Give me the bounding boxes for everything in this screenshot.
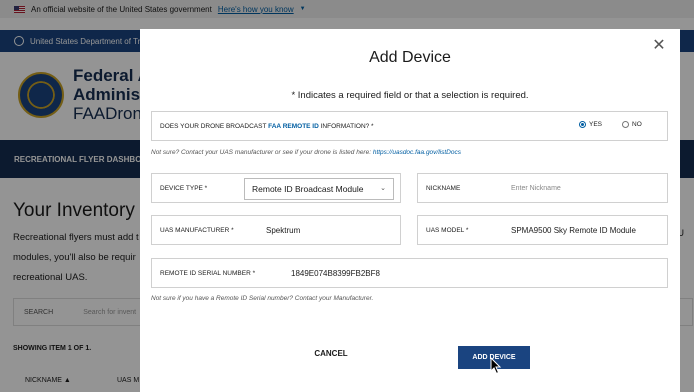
- required-note: * Indicates a required field or that a s…: [291, 90, 529, 101]
- model-input[interactable]: SPMA9500 Sky Remote ID Module: [511, 226, 636, 235]
- add-device-modal: Add Device ✕ * Indicates a required fiel…: [140, 29, 680, 392]
- model-label: UAS MODEL *: [426, 227, 469, 234]
- serial-box: REMOTE ID SERIAL NUMBER * 1849E074B8399F…: [151, 258, 668, 288]
- model-box: UAS MODEL * SPMA9500 Sky Remote ID Modul…: [417, 215, 668, 245]
- broadcast-label-text: DOES YOUR DRONE BROADCAST: [160, 123, 269, 130]
- chevron-down-icon: ⌄: [380, 185, 386, 192]
- radio-yes-label: YES: [589, 121, 603, 128]
- mouse-cursor-icon: [490, 357, 502, 375]
- serial-label: REMOTE ID SERIAL NUMBER *: [160, 270, 256, 277]
- manufacturer-box: UAS MANUFACTURER * Spektrum: [151, 215, 401, 245]
- serial-hint: Not sure if you have a Remote ID Serial …: [151, 295, 374, 302]
- broadcast-hint-text: Not sure? Contact your UAS manufacturer …: [151, 149, 373, 156]
- device-type-box: DEVICE TYPE * Remote ID Broadcast Module…: [151, 173, 401, 203]
- device-type-label: DEVICE TYPE *: [160, 185, 208, 192]
- broadcast-hint: Not sure? Contact your UAS manufacturer …: [151, 149, 461, 156]
- broadcast-label-suffix: INFORMATION? *: [318, 123, 374, 130]
- modal-title: Add Device: [369, 49, 451, 66]
- nickname-label: NICKNAME: [426, 185, 461, 192]
- nickname-input[interactable]: Enter Nickname: [511, 185, 561, 192]
- nickname-box: NICKNAME Enter Nickname: [417, 173, 668, 203]
- radio-no-label: NO: [632, 121, 642, 128]
- device-type-select[interactable]: Remote ID Broadcast Module ⌄: [244, 178, 394, 200]
- radio-yes[interactable]: YES: [579, 121, 602, 128]
- manufacturer-input[interactable]: Spektrum: [266, 226, 300, 235]
- close-icon[interactable]: ✕: [651, 38, 667, 54]
- broadcast-label: DOES YOUR DRONE BROADCAST FAA REMOTE ID …: [160, 123, 374, 130]
- uasdoc-link[interactable]: https://uasdoc.faa.gov/listDocs: [373, 149, 461, 156]
- cancel-button[interactable]: CANCEL: [303, 349, 359, 363]
- device-type-value: Remote ID Broadcast Module: [252, 184, 364, 194]
- broadcast-question-box: DOES YOUR DRONE BROADCAST FAA REMOTE ID …: [151, 111, 668, 141]
- radio-no[interactable]: NO: [622, 121, 642, 128]
- radio-yes-icon: [579, 121, 586, 128]
- remote-id-link[interactable]: FAA REMOTE ID: [268, 123, 319, 130]
- serial-input[interactable]: 1849E074B8399FB2BF8: [291, 269, 380, 278]
- manufacturer-label: UAS MANUFACTURER *: [160, 227, 234, 234]
- radio-no-icon: [622, 121, 629, 128]
